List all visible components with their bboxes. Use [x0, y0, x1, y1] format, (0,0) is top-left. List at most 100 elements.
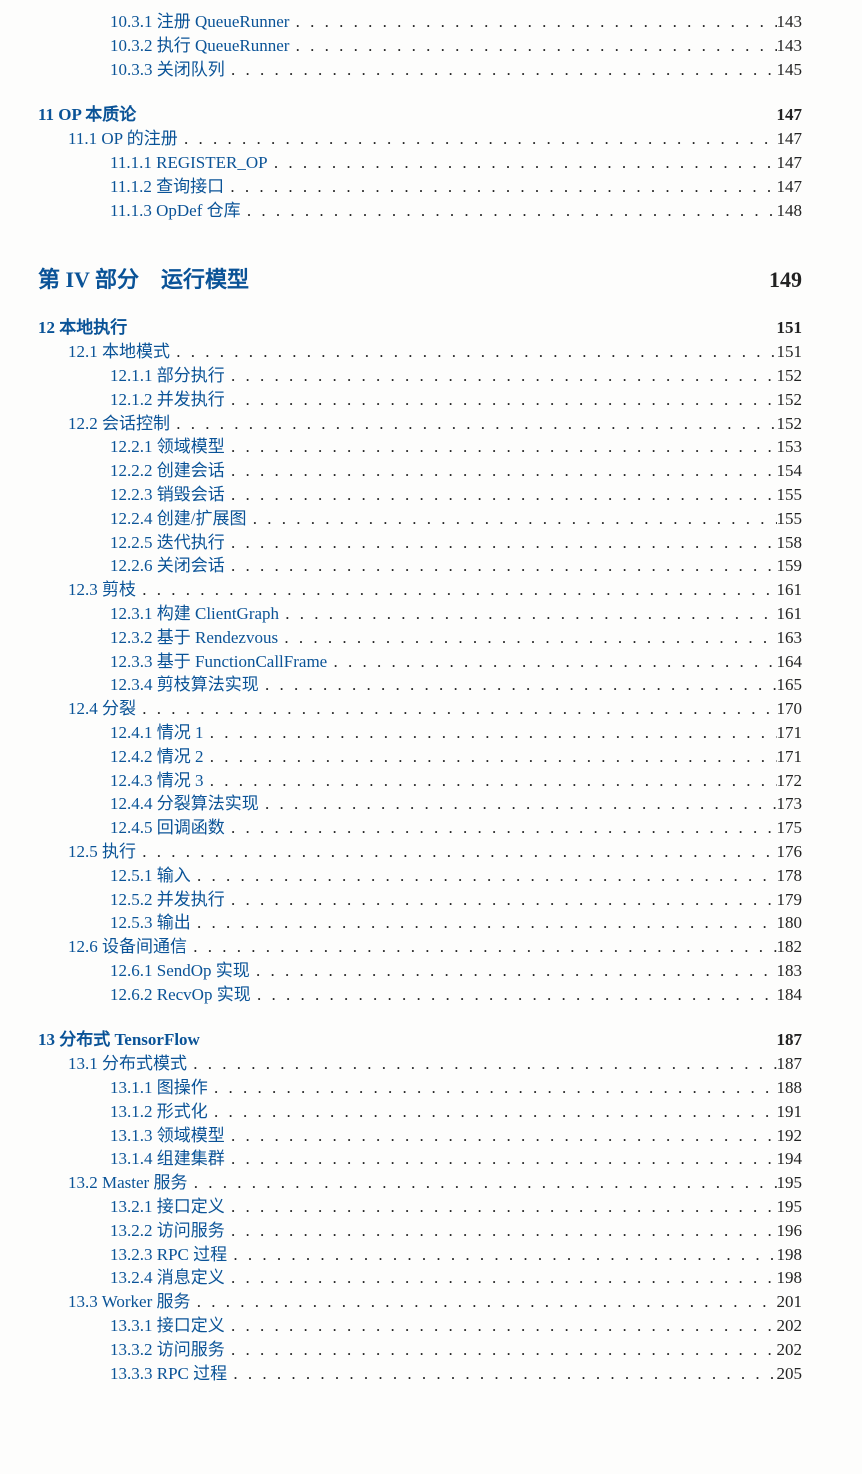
toc-entry[interactable]: 12.3.2 基于 Rendezvous 163	[38, 626, 802, 650]
toc-leader-dots	[140, 840, 776, 864]
toc-leader-dots	[272, 151, 777, 175]
toc-entry[interactable]: 12.6 设备间通信 182	[38, 935, 802, 959]
toc-label: 12.2.6 关闭会话	[110, 554, 225, 578]
toc-entry[interactable]: 13.1 分布式模式 187	[38, 1052, 802, 1076]
toc-entry[interactable]: 12.2.4 创建/扩展图 155	[38, 507, 802, 531]
toc-entry[interactable]: 12.4.2 情况 2 171	[38, 745, 802, 769]
toc-leader-dots	[182, 127, 777, 151]
toc-entry[interactable]: 11.1.1 REGISTER_OP 147	[38, 151, 802, 175]
toc-leader-dots	[229, 554, 777, 578]
toc-leader-dots	[255, 983, 777, 1007]
toc-leader-dots	[208, 769, 777, 793]
toc-label: 12.2.5 迭代执行	[110, 531, 225, 555]
toc-label: 13.1.3 领域模型	[110, 1124, 225, 1148]
toc-label: 12.4.2 情况 2	[110, 745, 204, 769]
toc-entry[interactable]: 13.3.2 访问服务 202	[38, 1338, 802, 1362]
toc-entry[interactable]: 12.3.1 构建 ClientGraph 161	[38, 602, 802, 626]
toc-entry[interactable]: 13.2.3 RPC 过程 198	[38, 1243, 802, 1267]
toc-entry[interactable]: 13.1.1 图操作 188	[38, 1076, 802, 1100]
toc-entry[interactable]: 12.4.5 回调函数 175	[38, 816, 802, 840]
toc-entry[interactable]: 12.2.3 销毁会话 155	[38, 483, 802, 507]
toc-label: 13.2.2 访问服务	[110, 1219, 225, 1243]
toc-page-number: 151	[777, 316, 803, 340]
toc-leader-dots	[228, 175, 776, 199]
toc-entry[interactable]: 13.1.2 形式化 191	[38, 1100, 802, 1124]
toc-entry[interactable]: 12.6.1 SendOp 实现 183	[38, 959, 802, 983]
toc-entry[interactable]: 10.3.1 注册 QueueRunner 143	[38, 10, 802, 34]
toc-entry[interactable]: 12.6.2 RecvOp 实现 184	[38, 983, 802, 1007]
toc-entry[interactable]: 12.1.2 并发执行 152	[38, 388, 802, 412]
toc-entry[interactable]: 13.3.3 RPC 过程 205	[38, 1362, 802, 1386]
toc-leader-dots	[229, 459, 777, 483]
toc-entry[interactable]: 12.4 分裂 170	[38, 697, 802, 721]
toc-label: 12.2 会话控制	[68, 412, 170, 436]
toc-entry[interactable]: 11 OP 本质论147	[38, 103, 802, 127]
toc-entry[interactable]: 12.1 本地模式 151	[38, 340, 802, 364]
toc-entry[interactable]: 12 本地执行151	[38, 316, 802, 340]
toc-entry[interactable]: 13.3 Worker 服务 201	[38, 1290, 802, 1314]
toc-entry[interactable]: 13.2.2 访问服务 196	[38, 1219, 802, 1243]
toc-leader-dots	[229, 1195, 777, 1219]
toc-page-number: 198	[777, 1266, 803, 1290]
toc-leader-dots	[229, 58, 777, 82]
toc-entry[interactable]: 13.3.1 接口定义 202	[38, 1314, 802, 1338]
toc-page-number: 161	[777, 602, 803, 626]
toc-entry[interactable]: 12.2.5 迭代执行 158	[38, 531, 802, 555]
toc-entry[interactable]: 12.4.4 分裂算法实现 173	[38, 792, 802, 816]
toc-page-number: 148	[777, 199, 803, 223]
toc-label: 12.5.1 输入	[110, 864, 191, 888]
toc-entry[interactable]: 12.2.2 创建会话 154	[38, 459, 802, 483]
toc-entry[interactable]: 12.2.1 领域模型 153	[38, 435, 802, 459]
toc-entry[interactable]: 12.2.6 关闭会话 159	[38, 554, 802, 578]
toc-leader-dots	[331, 650, 776, 674]
toc-entry[interactable]: 13.2 Master 服务 195	[38, 1171, 802, 1195]
toc-entry[interactable]: 10.3.2 执行 QueueRunner 143	[38, 34, 802, 58]
toc-entry[interactable]: 11.1 OP 的注册 147	[38, 127, 802, 151]
toc-page-number: 173	[777, 792, 803, 816]
toc-leader-dots	[282, 626, 776, 650]
toc-page-number: 164	[777, 650, 803, 674]
toc-entry[interactable]: 13.1.3 领域模型 192	[38, 1124, 802, 1148]
toc-entry[interactable]: 13.1.4 组建集群 194	[38, 1147, 802, 1171]
toc-label: 12.5 执行	[68, 840, 136, 864]
toc-entry[interactable]: 12.3 剪枝 161	[38, 578, 802, 602]
toc-leader-dots	[245, 199, 777, 223]
toc-leader-dots	[191, 935, 776, 959]
toc-leader-dots	[208, 745, 777, 769]
toc-leader-dots	[263, 792, 777, 816]
toc-entry[interactable]: 12.5.1 输入 178	[38, 864, 802, 888]
toc-leader-dots	[212, 1100, 777, 1124]
toc-entry[interactable]: 12.5.2 并发执行 179	[38, 888, 802, 912]
toc-label: 13.3 Worker 服务	[68, 1290, 191, 1314]
toc-entry[interactable]: 10.3.3 关闭队列 145	[38, 58, 802, 82]
toc-page-number: 152	[777, 388, 803, 412]
toc-entry[interactable]: 11.1.2 查询接口 147	[38, 175, 802, 199]
toc-leader-dots	[195, 1290, 777, 1314]
toc-entry[interactable]: 12.4.1 情况 1 171	[38, 721, 802, 745]
toc-label: 12.3.3 基于 FunctionCallFrame	[110, 650, 327, 674]
toc-label: 13.1.1 图操作	[110, 1076, 208, 1100]
toc-label: 12.1 本地模式	[68, 340, 170, 364]
toc-entry[interactable]: 12.3.4 剪枝算法实现 165	[38, 673, 802, 697]
toc-entry[interactable]: 13 分布式 TensorFlow187	[38, 1028, 802, 1052]
toc-page-number: 184	[777, 983, 803, 1007]
toc-leader-dots	[212, 1076, 777, 1100]
toc-label: 11.1.1 REGISTER_OP	[110, 151, 268, 175]
toc-entry[interactable]: 13.2.4 消息定义 198	[38, 1266, 802, 1290]
toc-entry[interactable]: 12.2 会话控制 152	[38, 412, 802, 436]
toc-entry[interactable]: 12.5.3 输出 180	[38, 911, 802, 935]
toc-page-number: 187	[777, 1028, 803, 1052]
toc-entry[interactable]: 12.5 执行 176	[38, 840, 802, 864]
toc-entry[interactable]: 12.4.3 情况 3 172	[38, 769, 802, 793]
toc-leader-dots	[195, 911, 777, 935]
toc-entry[interactable]: 13.2.1 接口定义 195	[38, 1195, 802, 1219]
toc-entry[interactable]: 12.1.1 部分执行 152	[38, 364, 802, 388]
toc-page-number: 152	[777, 364, 803, 388]
toc-label: 11.1.2 查询接口	[110, 175, 224, 199]
toc-label: 12.2.3 销毁会话	[110, 483, 225, 507]
toc-page-number: 155	[777, 483, 803, 507]
toc-entry[interactable]: 第 IV 部分 运行模型149	[38, 262, 802, 294]
toc-entry[interactable]: 12.3.3 基于 FunctionCallFrame 164	[38, 650, 802, 674]
toc-entry[interactable]: 11.1.3 OpDef 仓库 148	[38, 199, 802, 223]
toc-leader-dots	[263, 673, 777, 697]
